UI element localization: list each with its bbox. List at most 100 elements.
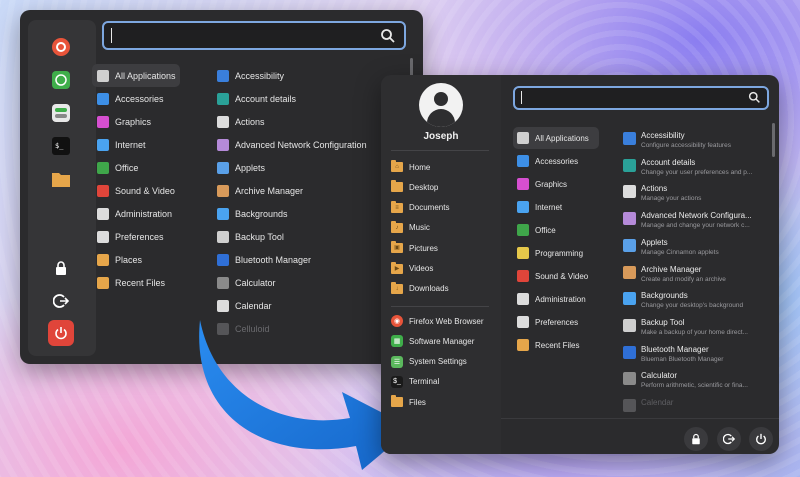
category-item[interactable]: Graphics [92,110,180,133]
favorite-app-item[interactable]: ☰ System Settings [391,352,467,372]
app-item[interactable]: Advanced Network Configura... Manage and … [623,211,763,237]
app-label: Bluetooth Manager [641,344,709,354]
place-label: Desktop [409,182,439,192]
app-item[interactable]: Account details [212,87,367,110]
favorite-app-label: System Settings [409,357,467,367]
search-icon [748,91,760,103]
category-item[interactable]: Recent Files [92,271,180,294]
category-item[interactable]: All Applications [92,64,180,87]
software-manager-icon: ▦ [391,335,403,348]
power-icon[interactable] [48,320,74,346]
folder-icon: ▶ [391,261,403,274]
favorite-app-label: Files [409,397,426,407]
text-caret [521,91,522,104]
app-item[interactable]: Backgrounds Change your desktop's backgro… [623,291,763,317]
place-item[interactable]: ♪ Music [391,218,430,238]
scrollbar[interactable] [772,123,775,157]
app-item[interactable]: Actions [212,110,367,133]
category-item[interactable]: Administration [92,202,180,225]
bluetooth-icon [217,253,229,266]
category-item[interactable]: Sound & Video [513,265,599,287]
software-manager-icon[interactable] [48,67,74,93]
settings-icon[interactable] [48,100,74,126]
category-item[interactable]: Accessories [92,87,180,110]
place-item[interactable]: ▣ Pictures [391,238,438,258]
favorite-app-item[interactable]: $_ Terminal [391,372,439,392]
avatar[interactable] [419,83,463,127]
category-item[interactable]: Office [92,156,180,179]
logout-icon[interactable] [48,288,74,314]
category-label: Accessories [535,156,579,166]
category-item[interactable]: Recent Files [513,334,599,356]
category-item[interactable]: Internet [92,133,180,156]
app-item[interactable]: Backup Tool Make a backup of your home di… [623,318,763,344]
category-item[interactable]: Preferences [513,311,599,333]
firefox-icon: ◉ [391,315,403,327]
office-icon [97,161,109,174]
app-label: Accessibility [641,131,685,140]
app-item[interactable]: Advanced Network Configuration [212,133,367,156]
logout-button[interactable] [717,427,741,451]
category-item[interactable]: Administration [513,288,599,310]
lock-icon [692,433,700,445]
category-item[interactable]: Accessories [513,150,599,172]
category-label: Office [535,225,556,235]
place-item[interactable]: ⌂ Home [391,157,430,177]
app-item[interactable]: Calculator [212,271,367,294]
app-text: Advanced Network Configura... Manage and … [641,211,761,230]
app-item[interactable]: Account details Change your user preferen… [623,158,763,184]
place-item[interactable]: Desktop [391,177,438,197]
favorite-app-item[interactable]: ◉ Firefox Web Browser [391,311,484,331]
search-input[interactable] [513,86,769,110]
place-item[interactable]: ↓ Downloads [391,279,449,299]
files-icon [391,395,403,408]
cloud-icon [517,201,529,213]
app-item[interactable]: Applets [212,156,367,179]
power-button[interactable] [749,427,773,451]
app-label: Backup Tool [235,231,284,242]
category-item[interactable]: Graphics [513,173,599,195]
category-item[interactable]: Internet [513,196,599,218]
category-item[interactable]: All Applications [513,127,599,149]
app-item[interactable]: Calculator Perform arithmetic, scientific… [623,371,763,397]
folder-icon: ↓ [391,281,403,294]
category-item[interactable]: Sound & Video [92,179,180,202]
category-item[interactable]: Preferences [92,225,180,248]
place-item[interactable]: ≡ Documents [391,198,449,218]
terminal-icon[interactable]: $_ [48,133,74,159]
category-item[interactable]: Places [92,248,180,271]
favorite-app-item[interactable]: Files [391,392,426,412]
app-item[interactable]: Archive Manager Create and modify an arch… [623,265,763,291]
app-item[interactable]: Accessibility [212,64,367,87]
app-item[interactable]: Bluetooth Manager Blueman Bluetooth Manag… [623,345,763,371]
toggle-icon [97,230,109,243]
favorite-app-item[interactable]: ▦ Software Manager [391,331,474,351]
network-icon [217,138,229,151]
lock-icon[interactable] [48,255,74,281]
app-item[interactable]: Backgrounds [212,202,367,225]
app-item[interactable]: Bluetooth Manager [212,248,367,271]
calendar-icon [623,399,636,412]
place-item[interactable]: ▶ Videos [391,259,433,279]
files-icon[interactable] [48,166,74,192]
place-label: Downloads [409,284,449,294]
svg-text:$_: $_ [55,142,64,150]
app-item[interactable]: Accessibility Configure accessibility fea… [623,131,763,157]
category-label: Graphics [115,116,152,127]
category-item[interactable]: Office [513,219,599,241]
divider [501,418,779,419]
firefox-icon[interactable] [48,34,74,60]
app-item[interactable]: Calendar [623,398,763,424]
category-label: Places [115,254,143,265]
app-item[interactable]: Actions Manage your actions [623,184,763,210]
app-item[interactable]: Backup Tool [212,225,367,248]
user-name: Joseph [423,131,459,142]
app-item[interactable]: Applets Manage Cinnamon applets [623,238,763,264]
app-item[interactable]: Archive Manager [212,179,367,202]
app-description: Manage Cinnamon applets [641,248,719,256]
category-item[interactable]: Programming [513,242,599,264]
lock-button[interactable] [684,427,708,451]
search-input[interactable] [102,21,406,50]
place-label: Documents [409,203,450,213]
search-icon [381,29,395,43]
